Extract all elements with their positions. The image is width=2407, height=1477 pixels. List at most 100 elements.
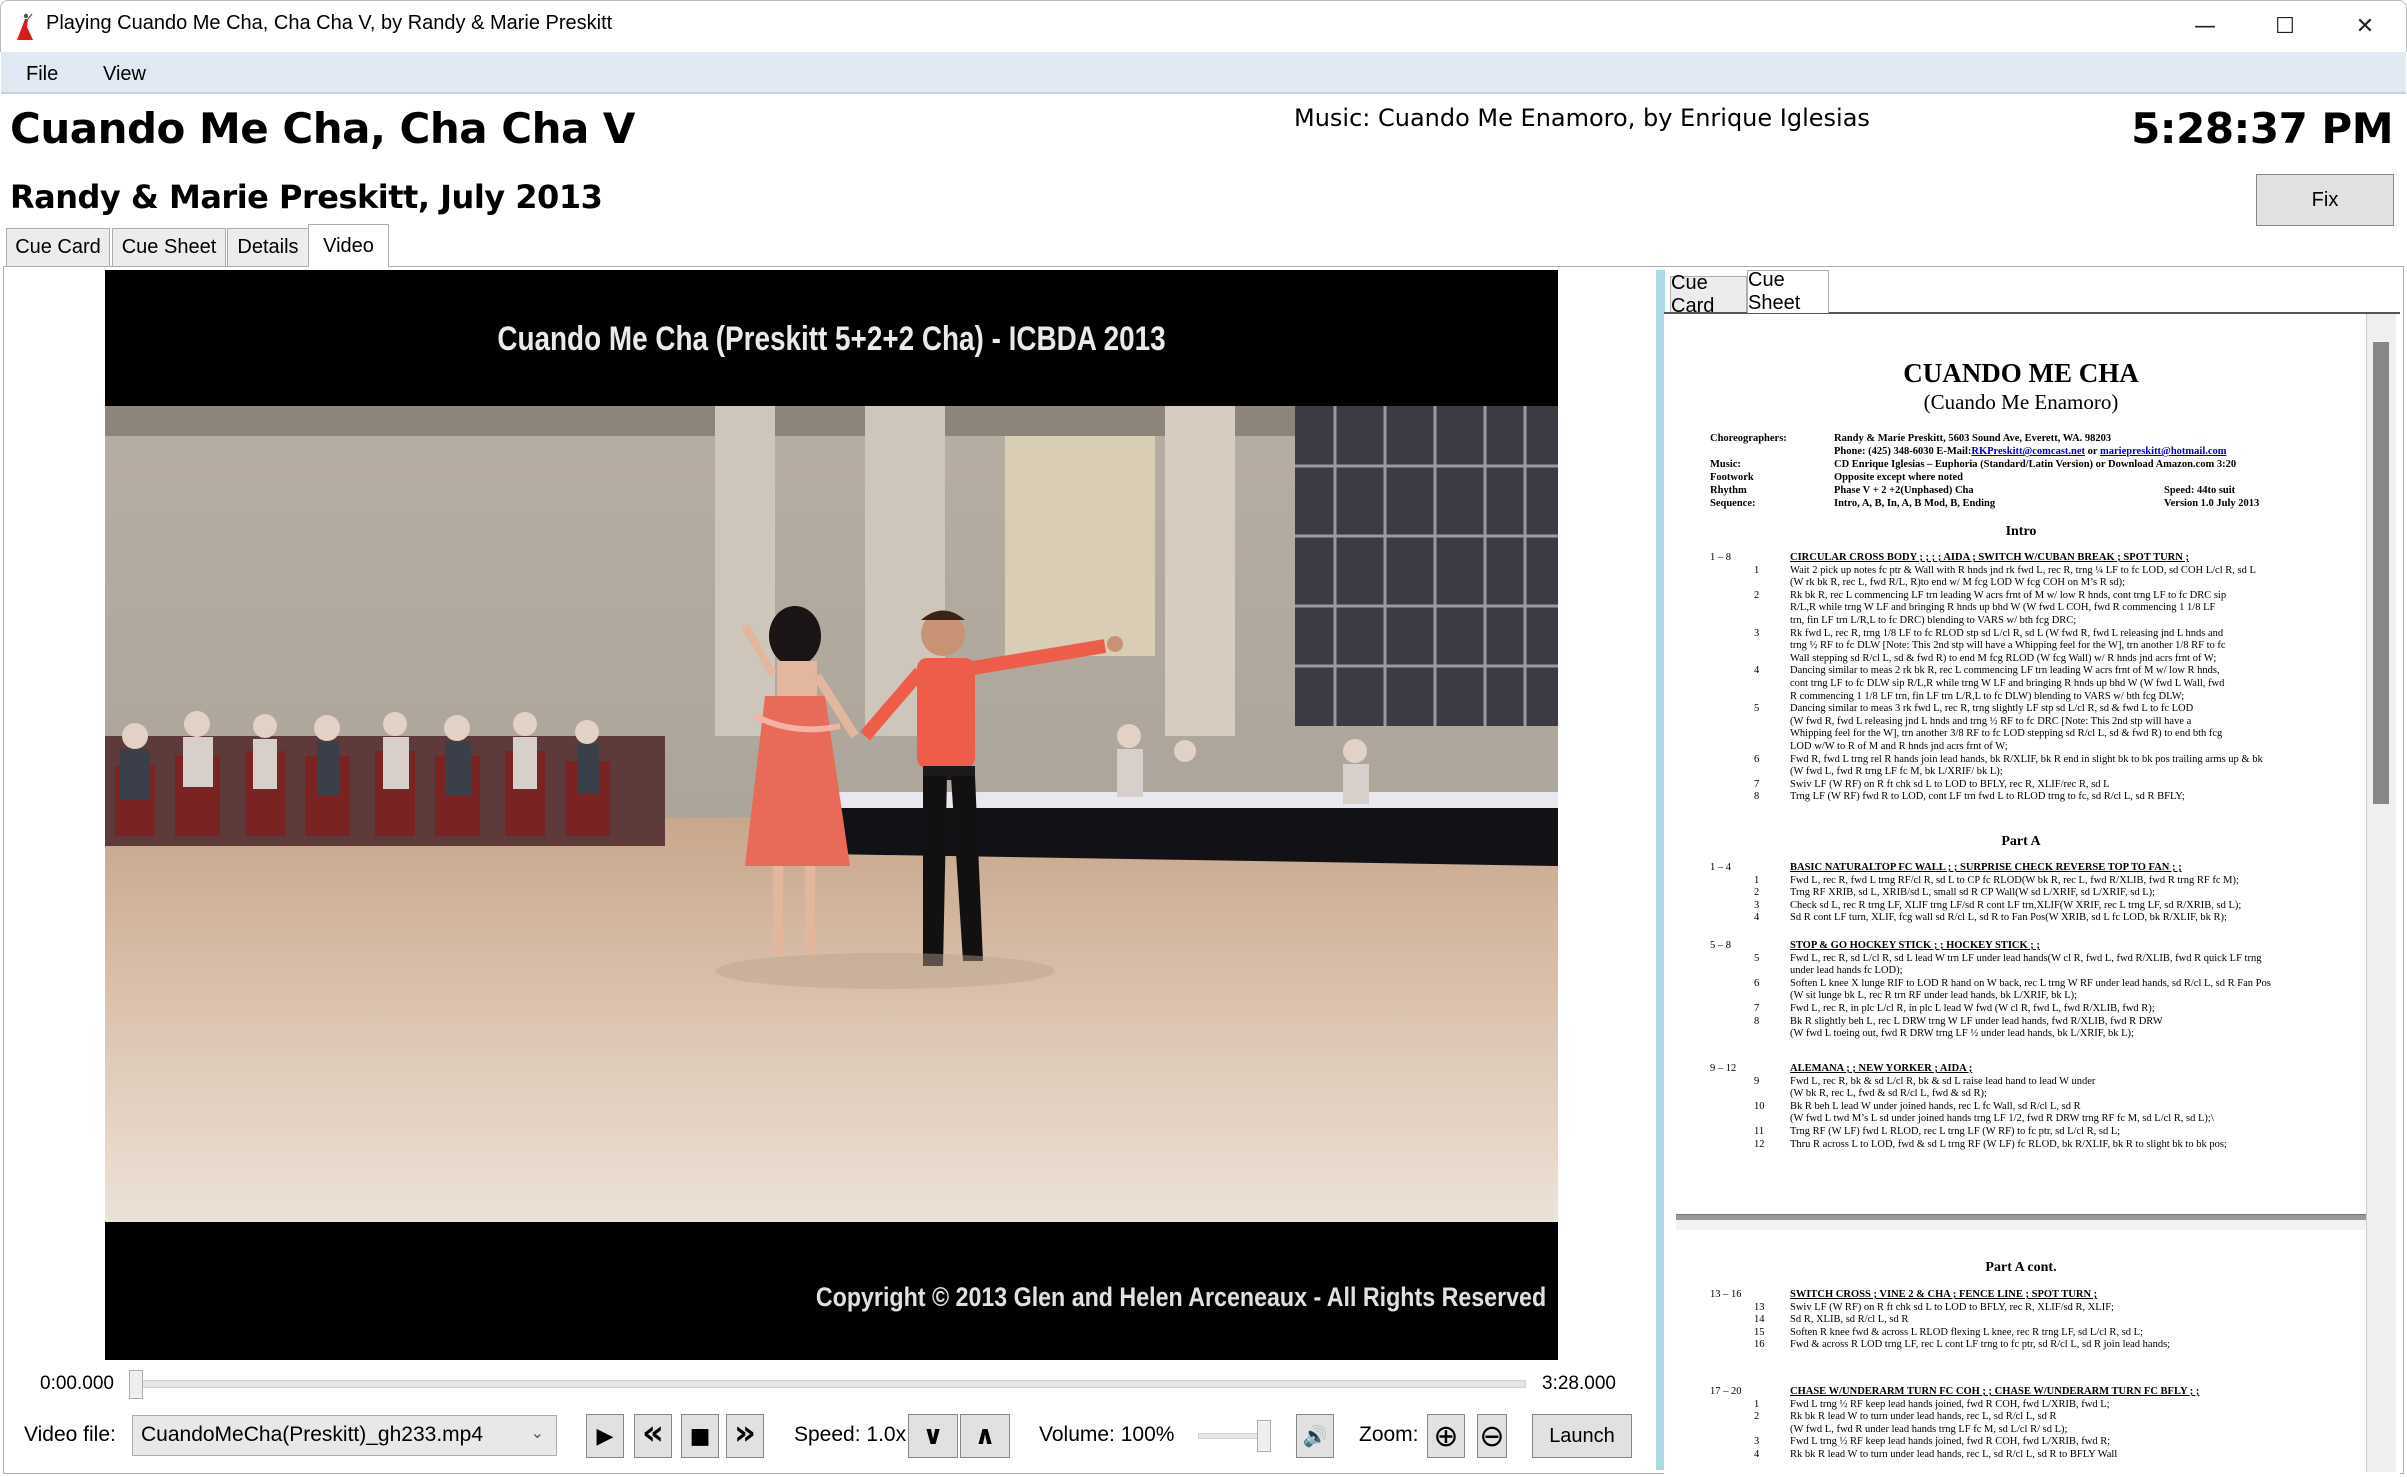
measure-number: 8: [1754, 791, 1760, 803]
figure-title: CHASE W/UNDERARM TURN FC COH ; ; CHASE W…: [1790, 1386, 2200, 1397]
measure-line: 8 Trng LF (W RF) fwd R to LOD, cont LF tr…: [1710, 791, 2350, 804]
tab-video[interactable]: Video: [308, 224, 389, 267]
measure-text: Trng RF XRIB, sd L, XRIB/sd L, small sd …: [1790, 887, 2156, 899]
measure-number: [1710, 653, 1790, 666]
measure-number: 5: [1754, 952, 1760, 964]
measure-text: under lead hands fc LOD);: [1790, 965, 1903, 977]
measure-range: 5 – 8: [1710, 940, 1731, 951]
figure-group: 9 – 12 ALEMANA ; ; NEW YORKER ; AIDA ; 9 Fw…: [1710, 1063, 2350, 1151]
email-link-1[interactable]: RKPreskitt@comcast.net: [1971, 445, 2085, 458]
figure-group-header: 13 – 16 SWITCH CROSS ; VINE 2 & CHA ; FEN…: [1710, 1289, 2350, 1302]
play-button[interactable]: ▶: [586, 1414, 624, 1458]
measure-number: 3: [1754, 1436, 1760, 1448]
email-link-2[interactable]: mariepreskitt@hotmail.com: [2100, 445, 2227, 458]
tab-details[interactable]: Details: [227, 228, 309, 266]
measure-text: LOD w/W to R of M and R hnds jnd acrs fr…: [1790, 740, 2008, 752]
zoom-in-icon: ⊕: [1433, 1418, 1459, 1454]
measure-number: [1710, 615, 1790, 628]
measure-text: Rk bk R lead W to turn under lead hands,…: [1790, 1448, 2118, 1460]
measure-line: R commencing 1 1/8 LF trn, fin LF trn L/…: [1710, 691, 2350, 704]
measure-line: 15 Soften R knee fwd & across L RLOD flex…: [1710, 1327, 2350, 1340]
measure-range: 13 – 16: [1710, 1289, 1742, 1300]
measure-line: (W fwd L twd M’s L sd under joined hands…: [1710, 1113, 2350, 1126]
volume-slider[interactable]: [1198, 1433, 1258, 1439]
measure-text: Rk bk R lead W to turn under lead hands,…: [1790, 1411, 2057, 1423]
measure-number: [1710, 691, 1790, 704]
figure-group: 17 – 20 CHASE W/UNDERARM TURN FC COH ; ; …: [1710, 1386, 2350, 1462]
measure-number: [1710, 766, 1790, 779]
measure-text: Fwd L trng ½ RF keep lead hands joined, …: [1790, 1436, 2111, 1448]
fast-forward-button[interactable]: »: [726, 1413, 764, 1458]
song-title: Cuando Me Cha, Cha Cha V: [10, 104, 635, 153]
cue-sheet-document[interactable]: CUANDO ME CHA (Cuando Me Enamoro) Choreo…: [1676, 316, 2366, 1472]
zoom-in-button[interactable]: ⊕: [1427, 1414, 1465, 1458]
measure-number: 9: [1754, 1075, 1760, 1087]
video-player[interactable]: Cuando Me Cha (Preskitt 5+2+2 Cha) - ICB…: [105, 270, 1558, 1360]
measure-number: [1710, 678, 1790, 691]
measure-number: 4: [1754, 1448, 1760, 1460]
tab-cue-card[interactable]: Cue Card: [6, 228, 110, 266]
volume-thumb[interactable]: [1257, 1420, 1271, 1452]
measure-line: 7 Fwd L, rec R, in plc L/cl R, in plc L l…: [1710, 1003, 2350, 1016]
measure-text: Bk R beh L lead W under joined hands, re…: [1790, 1100, 2081, 1112]
maximize-button[interactable]: ☐: [2245, 0, 2325, 52]
info-or: or: [2085, 446, 2101, 457]
measure-line: 2 Trng RF XRIB, sd L, XRIB/sd L, small sd…: [1710, 887, 2350, 900]
measure-line: (W bk R, rec L, fwd & sd R/cl L, fwd & s…: [1710, 1088, 2350, 1101]
timeline-slider[interactable]: [130, 1380, 1526, 1388]
measure-text: (W sit lunge bk L, rec R trn RF under le…: [1790, 990, 2078, 1002]
launch-button[interactable]: Launch: [1532, 1414, 1632, 1458]
close-button[interactable]: ✕: [2325, 0, 2405, 52]
menu-bar: [1, 52, 2406, 94]
mute-button[interactable]: 🔊: [1296, 1414, 1334, 1458]
measure-text: Whipping feel for the W], trn another 3/…: [1790, 728, 2223, 740]
measure-line: (W fwd L, fwd R under lead hands trng LF…: [1710, 1424, 2350, 1437]
measure-text: (W fwd L, fwd R under lead hands trng LF…: [1790, 1423, 2068, 1435]
right-tab-cue-card[interactable]: Cue Card: [1670, 272, 1747, 317]
measure-number: 3: [1754, 899, 1760, 911]
app-dancer-icon: [17, 13, 33, 40]
chevron-down-icon: ∨: [922, 1421, 944, 1451]
fix-button[interactable]: Fix: [2256, 174, 2394, 226]
minimize-icon: —: [2194, 13, 2216, 39]
close-icon: ✕: [2355, 13, 2375, 39]
video-caption-copyright: Copyright © 2013 Glen and Helen Arceneau…: [815, 1282, 1546, 1312]
measure-range: 1 – 8: [1710, 552, 1731, 563]
measure-number: [1710, 1113, 1790, 1126]
minimize-button[interactable]: —: [2165, 0, 2245, 52]
total-time: 3:28.000: [1542, 1373, 1616, 1394]
speed-up-button[interactable]: ∧: [960, 1414, 1010, 1458]
menu-file[interactable]: File: [26, 63, 58, 86]
measure-text: Fwd & across R LOD trng LF, rec L cont L…: [1790, 1339, 2171, 1351]
measure-line: 1 Wait 2 pick up notes fc ptr & Wall with…: [1710, 565, 2350, 578]
measure-text: (W fwd L toeing out, fwd R DRW trng LF ½…: [1790, 1028, 2134, 1040]
info-key: Rhythm: [1710, 485, 1747, 496]
zoom-out-button[interactable]: ⊖: [1477, 1414, 1507, 1458]
figure-group: 13 – 16 SWITCH CROSS ; VINE 2 & CHA ; FEN…: [1710, 1289, 2350, 1352]
figure-group-header: 1 – 8 CIRCULAR CROSS BODY ; ; ; ; AIDA ; …: [1710, 552, 2350, 565]
info-version: Version 1.0 July 2013: [2164, 498, 2260, 509]
stop-button[interactable]: ■: [681, 1414, 719, 1458]
info-value: CD Enrique Iglesias – Euphoria (Standard…: [1834, 459, 2237, 470]
info-speed: Speed: 44to suit: [2164, 485, 2236, 496]
measure-text: Check sd L, rec R trng LF, XLIF trng LF/…: [1790, 899, 2242, 911]
video-file-dropdown[interactable]: CuandoMeCha(Preskitt)_gh233.mp4 ⌄: [132, 1415, 557, 1456]
tab-cue-sheet[interactable]: Cue Sheet: [112, 228, 226, 266]
measure-text: Fwd L trng ½ RF keep lead hands joined, …: [1790, 1398, 2110, 1410]
cue-sheet-title: CUANDO ME CHA: [1903, 358, 2139, 388]
timeline-thumb[interactable]: [129, 1370, 143, 1399]
rewind-button[interactable]: «: [634, 1413, 672, 1458]
measure-text: Trng RF (W LF) fwd L RLOD, rec L trng LF…: [1790, 1125, 2121, 1137]
info-value: Randy & Marie Preskitt, 5603 Sound Ave, …: [1834, 433, 2112, 444]
current-time: 0:00.000: [40, 1373, 114, 1394]
speed-down-button[interactable]: ∨: [908, 1414, 958, 1458]
right-tab-cue-sheet[interactable]: Cue Sheet: [1747, 269, 1829, 314]
measure-text: Thru R across L to LOD, fwd & sd L trng …: [1790, 1138, 2227, 1150]
scrollbar-thumb[interactable]: [2373, 342, 2389, 804]
measure-number: [1710, 1424, 1790, 1437]
measure-line: 10 Bk R beh L lead W under joined hands, …: [1710, 1101, 2350, 1114]
measure-line: 13 Swiv LF (W RF) on R ft chk sd L to LOD…: [1710, 1302, 2350, 1315]
measure-line: 3 Check sd L, rec R trng LF, XLIF trng LF…: [1710, 900, 2350, 913]
music-info: Music: Cuando Me Enamoro, by Enrique Igl…: [1294, 104, 1870, 132]
menu-view[interactable]: View: [103, 63, 146, 86]
